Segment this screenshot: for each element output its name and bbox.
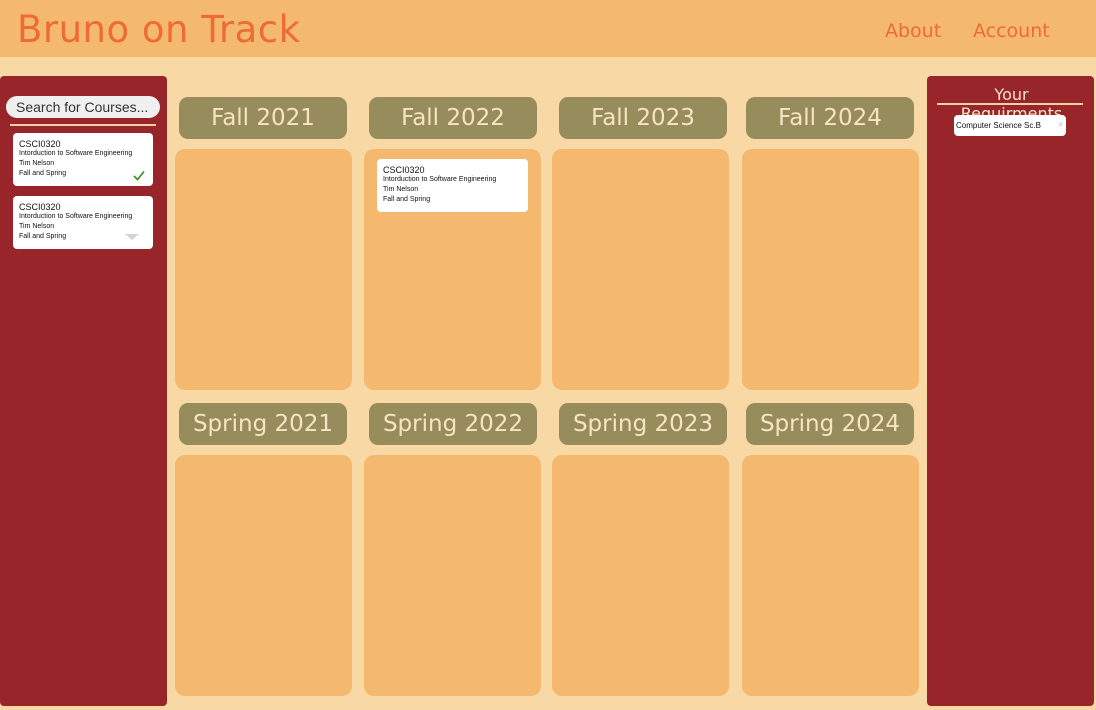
requirement-label: Computer Science Sc.B	[956, 121, 1041, 130]
course-title: Intorduction to Software Engineering	[19, 213, 133, 220]
course-code: CSCI0320	[19, 202, 61, 212]
term-header-spring-2021: Spring 2021	[179, 403, 347, 445]
course-search-panel: CSCI0320 Intorduction to Software Engine…	[0, 76, 167, 706]
planned-course-card[interactable]: CSCI0320 Intorduction to Software Engine…	[377, 159, 528, 212]
course-instructor: Tim Nelson	[19, 223, 55, 230]
course-code: CSCI0320	[383, 165, 425, 175]
term-header-fall-2024: Fall 2024	[746, 97, 914, 139]
term-dropzone-fall-2024[interactable]	[742, 149, 919, 390]
course-offered: Fall and Spring	[19, 170, 67, 177]
course-search-input[interactable]	[6, 96, 160, 118]
course-instructor: Tim Nelson	[19, 160, 55, 167]
course-card[interactable]: CSCI0320 Intorduction to Software Engine…	[13, 133, 153, 186]
chevron-down-icon[interactable]	[125, 234, 139, 240]
about-link[interactable]: About	[885, 20, 941, 42]
term-dropzone-spring-2023[interactable]	[552, 455, 729, 696]
account-link[interactable]: Account	[973, 20, 1050, 42]
requirements-panel	[927, 76, 1094, 706]
term-dropzone-fall-2021[interactable]	[175, 149, 352, 390]
requirement-chip[interactable]: Computer Science Sc.B ×	[954, 115, 1066, 136]
sidebar-divider	[10, 124, 156, 126]
remove-requirement-icon[interactable]: ×	[1058, 120, 1063, 129]
term-dropzone-spring-2022[interactable]	[364, 455, 541, 696]
course-title: Intorduction to Software Engineering	[383, 176, 497, 183]
term-header-fall-2022: Fall 2022	[369, 97, 537, 139]
course-code: CSCI0320	[19, 139, 61, 149]
course-card[interactable]: CSCI0320 Intorduction to Software Engine…	[13, 196, 153, 249]
term-header-spring-2024: Spring 2024	[746, 403, 914, 445]
term-header-fall-2023: Fall 2023	[559, 97, 727, 139]
term-header-spring-2023: Spring 2023	[559, 403, 727, 445]
app-logo[interactable]: Bruno on Track	[17, 8, 301, 51]
term-dropzone-fall-2023[interactable]	[552, 149, 729, 390]
course-offered: Fall and Spring	[383, 196, 431, 203]
term-dropzone-fall-2022[interactable]: CSCI0320 Intorduction to Software Engine…	[364, 149, 541, 390]
requirements-divider	[937, 103, 1083, 105]
course-title: Intorduction to Software Engineering	[19, 150, 133, 157]
term-dropzone-spring-2024[interactable]	[742, 455, 919, 696]
course-instructor: Tim Nelson	[383, 186, 419, 193]
term-dropzone-spring-2021[interactable]	[175, 455, 352, 696]
top-nav-bar: Bruno on Track About Account	[0, 0, 1096, 57]
term-header-fall-2021: Fall 2021	[179, 97, 347, 139]
check-icon	[133, 170, 145, 181]
term-header-spring-2022: Spring 2022	[369, 403, 537, 445]
